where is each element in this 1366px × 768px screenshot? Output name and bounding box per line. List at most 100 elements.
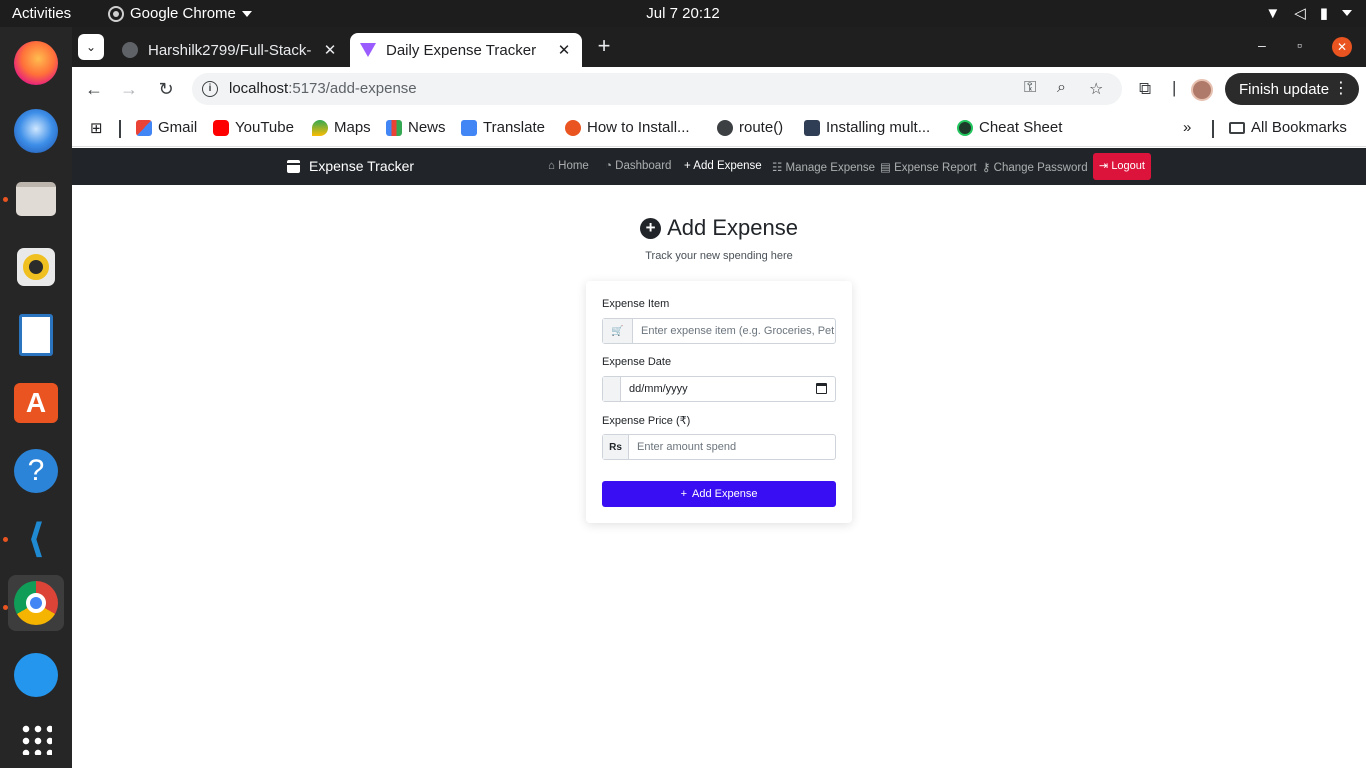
tab-strip: ⌄ Harshilk2799/Full-Stack- ✕ Daily Expen…	[72, 27, 1366, 67]
maximize-button[interactable]: ▫	[1297, 37, 1302, 53]
more-bookmarks-chevron-icon[interactable]: »	[1183, 119, 1191, 136]
bookmark-label: Maps	[334, 119, 371, 136]
address-bar[interactable]: i localhost:5173/add-expense ⚿ ⌕ ☆	[192, 73, 1122, 105]
dock: A ? ⟨	[0, 27, 72, 768]
tab-github[interactable]: Harshilk2799/Full-Stack- ✕	[112, 33, 348, 67]
nav-dashboard-label: Dashboard	[615, 160, 672, 172]
chevron-down-icon	[1342, 10, 1352, 16]
logout-label: Logout	[1111, 160, 1145, 172]
bookmark-how-to-install[interactable]: How to Install...	[565, 119, 690, 136]
help-icon: ?	[14, 449, 58, 493]
app-center-icon: A	[14, 383, 58, 423]
expense-item-input[interactable]	[633, 319, 835, 343]
bookmark-star-icon[interactable]: ☆	[1089, 79, 1103, 99]
all-bookmarks-label: All Bookmarks	[1251, 119, 1347, 136]
dock-vscode[interactable]: ⟨	[8, 511, 64, 567]
dock-writer[interactable]	[8, 307, 64, 363]
add-expense-form: Expense Item 🛒 Expense Date dd/mm/yyyy E…	[586, 281, 852, 523]
extensions-icon[interactable]: ⧉	[1139, 79, 1151, 99]
calendar-icon[interactable]	[816, 383, 827, 394]
bookmark-label: Translate	[483, 119, 545, 136]
expense-date-value: dd/mm/yyyy	[629, 383, 688, 395]
firefox-icon	[14, 41, 58, 85]
wifi-icon: ▼	[1265, 4, 1281, 22]
gmail-icon	[136, 119, 152, 136]
folder-icon	[1229, 121, 1245, 134]
apps-icon[interactable]: ⊞	[90, 119, 103, 137]
key-icon[interactable]: ⚿	[1024, 79, 1036, 97]
dock-rhythmbox[interactable]	[8, 239, 64, 295]
expense-item-label: Expense Item	[602, 298, 670, 310]
files-icon	[16, 182, 56, 216]
dock-docker[interactable]	[8, 647, 64, 703]
url-text: localhost:5173/add-expense	[229, 80, 417, 97]
bookmark-maps[interactable]: Maps	[312, 119, 371, 136]
page-title: Add Expense	[667, 215, 798, 240]
nav-add-expense[interactable]: + Add Expense	[684, 160, 762, 172]
app-menu-label: Google Chrome	[130, 5, 236, 22]
add-expense-button[interactable]: + Add Expense	[602, 481, 836, 507]
nav-change-password[interactable]: ⚷ Change Password	[982, 160, 1088, 174]
dock-app-center[interactable]: A	[8, 375, 64, 431]
nav-manage-expense[interactable]: ☷ Manage Expense	[772, 160, 875, 174]
rhythmbox-icon	[17, 248, 55, 286]
all-bookmarks-button[interactable]: All Bookmarks	[1229, 119, 1347, 136]
dock-help[interactable]: ?	[8, 443, 64, 499]
bookmark-cheat-sheet[interactable]: Cheat Sheet	[957, 119, 1062, 136]
expense-date-label: Expense Date	[602, 356, 672, 368]
site-info-icon[interactable]: i	[202, 81, 218, 97]
news-icon	[386, 119, 402, 136]
bookmark-news[interactable]: News	[386, 119, 446, 136]
dock-app-grid[interactable]	[8, 711, 64, 767]
tab-expense-tracker[interactable]: Daily Expense Tracker ✕	[350, 33, 582, 67]
brand-link[interactable]: Expense Tracker	[287, 158, 414, 174]
bookmark-translate[interactable]: Translate	[461, 119, 545, 136]
window-close-button[interactable]: ✕	[1332, 37, 1352, 57]
globe-icon	[717, 119, 733, 136]
dock-thunderbird[interactable]	[8, 103, 64, 159]
nav-home-label: Home	[558, 160, 589, 172]
calendar-addon	[603, 377, 621, 401]
vite-icon	[360, 43, 376, 57]
logout-button[interactable]: ⇥ Logout	[1093, 153, 1151, 180]
bookmark-gmail[interactable]: Gmail	[136, 119, 197, 136]
nav-dashboard[interactable]: ◔ Dashboard	[605, 160, 671, 172]
profile-avatar[interactable]	[1191, 79, 1213, 101]
nav-expense-report[interactable]: ▤ Expense Report	[880, 160, 977, 174]
dock-chrome[interactable]	[8, 575, 64, 631]
bookmark-youtube[interactable]: YouTube	[213, 119, 294, 136]
bookmark-divider	[119, 120, 121, 138]
reload-button[interactable]: ↻	[155, 78, 177, 100]
nav-manage-expense-label: Manage Expense	[785, 162, 876, 174]
bookmark-divider	[1212, 120, 1214, 138]
writer-icon	[19, 314, 53, 356]
nav-home[interactable]: ⌂ Home	[548, 160, 589, 172]
bookmarks-bar: ⊞ Gmail YouTube Maps News Translate How …	[72, 112, 1366, 147]
home-icon: ⌂	[548, 160, 555, 172]
system-tray[interactable]: ▼ ◁ ▮	[1265, 4, 1352, 22]
expense-item-group: 🛒	[602, 318, 836, 344]
expense-price-input[interactable]	[629, 435, 835, 459]
zoom-icon[interactable]: ⌕	[1057, 79, 1066, 97]
bookmark-route[interactable]: route()	[717, 119, 783, 136]
new-tab-button[interactable]: +	[592, 35, 616, 59]
page-heading: + Add Expense	[0, 215, 1366, 241]
finish-update-label: Finish update	[1239, 80, 1330, 98]
app-grid-icon	[20, 723, 52, 755]
app-menu[interactable]: Google Chrome	[108, 5, 252, 22]
expense-date-group: dd/mm/yyyy	[602, 376, 836, 402]
close-icon[interactable]: ✕	[322, 41, 338, 59]
expense-date-input[interactable]: dd/mm/yyyy	[621, 377, 835, 401]
minimize-button[interactable]: –	[1258, 37, 1266, 53]
page-subtitle: Track your new spending here	[645, 250, 793, 262]
finish-update-button[interactable]: Finish update ⋮	[1225, 73, 1359, 105]
forward-button[interactable]: →	[118, 78, 140, 100]
bookmark-installing-mult[interactable]: Installing mult...	[804, 119, 930, 136]
close-icon[interactable]: ✕	[556, 41, 572, 59]
tab-search-button[interactable]: ⌄	[78, 34, 104, 60]
activities-button[interactable]: Activities	[12, 5, 71, 22]
back-button[interactable]: ←	[83, 78, 105, 100]
cart-icon: 🛒	[603, 319, 633, 343]
dock-firefox[interactable]	[8, 35, 64, 91]
plus-icon: +	[684, 160, 691, 172]
